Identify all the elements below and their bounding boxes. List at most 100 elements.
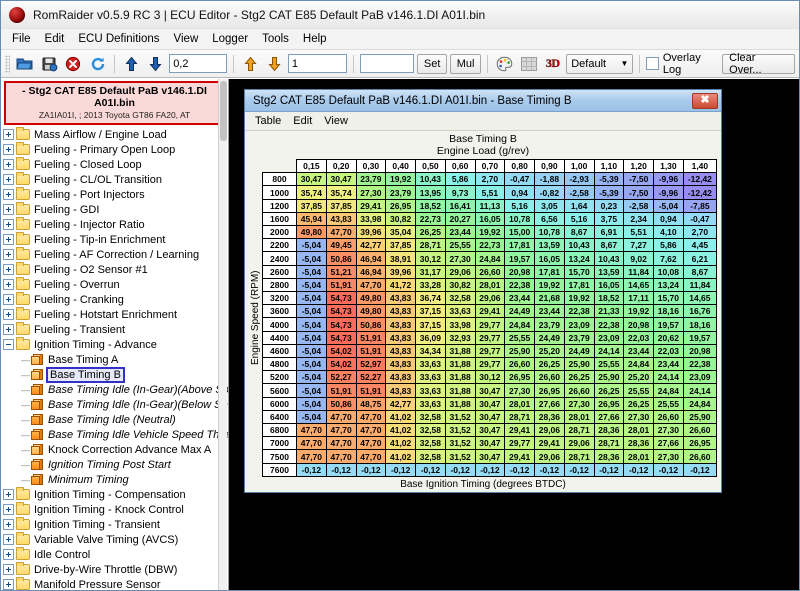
grid-cell[interactable]: 20,98 [505,265,535,278]
grid-cell[interactable]: 47,70 [356,410,386,423]
grid-cell[interactable]: 18,16 [683,318,716,331]
grid-cell[interactable]: 42,77 [386,397,416,410]
preset-select[interactable]: Default ▼ [566,54,633,74]
grid-cell[interactable]: 16,05 [475,212,505,225]
grid-cell[interactable]: -0,12 [386,463,416,476]
grid-cell[interactable]: -5,04 [297,252,327,265]
grid-cell[interactable]: 47,70 [297,424,327,437]
tree-item[interactable]: ––Base Timing Idle (In-Gear)(Below Speed… [3,397,228,412]
grid-cell[interactable]: 23,79 [535,318,565,331]
increment-input[interactable]: 0,2 [169,54,227,73]
grid-cell[interactable]: 27,30 [505,384,535,397]
grid-column-header[interactable]: 0,50 [416,160,446,173]
grid-row-header[interactable]: 2800 [263,278,297,291]
expand-icon[interactable] [3,534,14,545]
grid-cell[interactable]: -0,12 [535,463,565,476]
grid-cell[interactable]: 2,34 [624,212,654,225]
grid-cell[interactable]: 23,79 [386,186,416,199]
grid-cell[interactable]: 28,71 [564,450,594,463]
grid-column-header[interactable]: 0,90 [535,160,565,173]
grid-cell[interactable]: 23,44 [445,226,475,239]
grid-cell[interactable]: 26,25 [594,384,624,397]
grid-cell[interactable]: 43,83 [326,212,356,225]
grid-cell[interactable]: 54,73 [326,305,356,318]
grid-cell[interactable]: 29,06 [535,424,565,437]
menu-ecu-definitions[interactable]: ECU Definitions [71,31,166,47]
tree-item[interactable]: Ignition Timing - Transient [3,517,228,532]
grid-cell[interactable]: 32,93 [445,331,475,344]
grid-cell[interactable]: -0,12 [654,463,684,476]
grid-cell[interactable]: 18,52 [416,199,446,212]
grid-cell[interactable]: 24,49 [505,305,535,318]
grid-cell[interactable]: 22,03 [624,331,654,344]
grid-row-header[interactable]: 7000 [263,437,297,450]
grid-column-header[interactable]: 1,30 [654,160,684,173]
grid-cell[interactable]: 26,95 [683,437,716,450]
grid-cell[interactable]: 19,57 [505,252,535,265]
grid-cell[interactable]: 16,05 [594,278,624,291]
grid-cell[interactable]: 7,27 [624,239,654,252]
grid-cell[interactable]: -0,12 [475,463,505,476]
tree-item[interactable]: ––Base Timing B [3,367,228,382]
grid-cell[interactable]: -7,50 [624,186,654,199]
grid-cell[interactable]: 30,47 [475,437,505,450]
grid-cell[interactable]: 26,60 [683,450,716,463]
close-icon[interactable]: ✖ [692,93,718,109]
tree-item[interactable]: Ignition Timing - Compensation [3,487,228,502]
tree-item[interactable]: ––Base Timing A [3,352,228,367]
save-image-icon[interactable] [39,53,60,75]
tree-item[interactable]: Fueling - CL/OL Transition [3,172,228,187]
grid-cell[interactable]: 22,38 [564,305,594,318]
menu-tools[interactable]: Tools [255,31,296,47]
grid-cell[interactable]: 27,30 [654,424,684,437]
tree-item[interactable]: ––Minimum Timing [3,472,228,487]
grid-cell[interactable]: 47,70 [297,437,327,450]
grid-cell[interactable]: -5,04 [297,410,327,423]
grid-cell[interactable]: 28,36 [535,410,565,423]
grid-cell[interactable]: 11,84 [683,278,716,291]
grid-cell[interactable]: 26,25 [624,397,654,410]
grid-cell[interactable]: 28,01 [505,397,535,410]
grid-cell[interactable]: 52,27 [356,371,386,384]
grid-cell[interactable]: 21,68 [535,292,565,305]
grid-cell[interactable]: 11,13 [475,199,505,212]
grid-row-header[interactable]: 2400 [263,252,297,265]
grid-cell[interactable]: 29,41 [505,424,535,437]
expand-icon[interactable] [3,519,14,530]
grid-cell[interactable]: 16,05 [535,252,565,265]
tree-item[interactable]: Manifold Pressure Sensor [3,577,228,590]
grid-cell[interactable]: 4,10 [654,226,684,239]
grid-cell[interactable]: 35,74 [297,186,327,199]
expand-icon[interactable] [3,549,14,560]
grid-cell[interactable]: -0,12 [683,463,716,476]
grid-column-header[interactable]: 0,40 [386,160,416,173]
tree-item[interactable]: ––Knock Correction Advance Max A [3,442,228,457]
grid-cell[interactable]: 49,45 [326,239,356,252]
tree-item[interactable]: Fueling - GDI [3,202,228,217]
grid-row-header[interactable]: 6800 [263,424,297,437]
grid-cell[interactable]: 26,60 [505,358,535,371]
grid-cell[interactable]: 27,66 [654,437,684,450]
collapse-icon[interactable] [3,339,14,350]
grid-cell[interactable]: 30,47 [475,424,505,437]
tree-item[interactable]: Drive-by-Wire Throttle (DBW) [3,562,228,577]
grid-cell[interactable]: 0,94 [654,212,684,225]
grid-cell[interactable]: 31,88 [445,384,475,397]
grid-cell[interactable]: 22,38 [505,278,535,291]
grid-cell[interactable]: 37,15 [416,318,446,331]
grid-cell[interactable]: 19,92 [624,305,654,318]
tree-item[interactable]: Fueling - Primary Open Loop [3,142,228,157]
grid-cell[interactable]: 27,30 [654,450,684,463]
grid-cell[interactable]: 29,77 [505,437,535,450]
grid-cell[interactable]: 43,83 [386,292,416,305]
grid-cell[interactable]: -0,12 [445,463,475,476]
grid-cell[interactable]: -2,58 [624,199,654,212]
grid-cell[interactable]: 31,88 [445,371,475,384]
grid-cell[interactable]: 33,63 [416,397,446,410]
grid-cell[interactable]: 43,83 [386,305,416,318]
grid-cell[interactable]: 47,70 [356,437,386,450]
grid-cell[interactable]: 17,81 [564,278,594,291]
grid-row-header[interactable]: 2000 [263,226,297,239]
grid-row-header[interactable]: 3200 [263,292,297,305]
grid-column-header[interactable]: 0,15 [297,160,327,173]
